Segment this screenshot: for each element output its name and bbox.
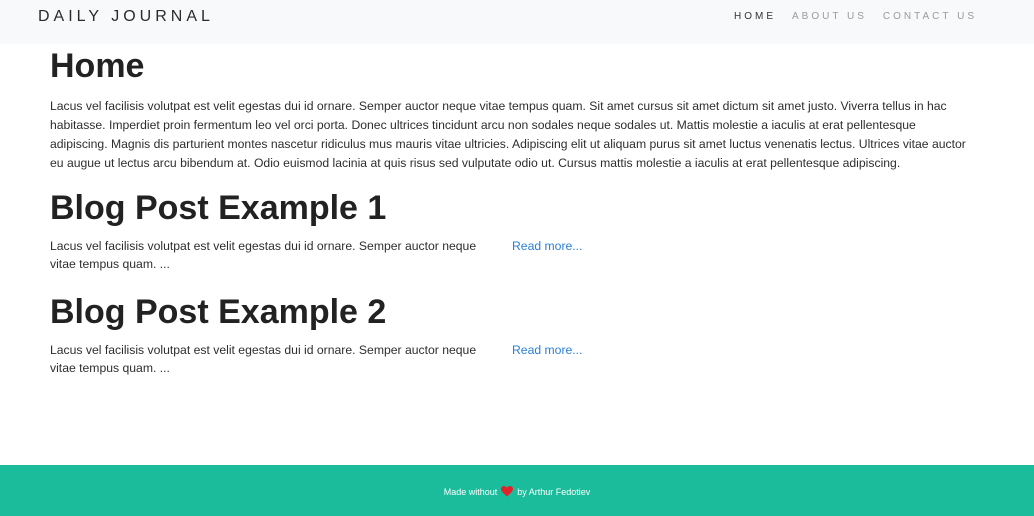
nav-contact-link[interactable]: CONTACT US [883, 11, 977, 22]
post-excerpt: Lacus vel facilisis volutpat est velit e… [50, 343, 477, 375]
footer-made-without: Made without [443, 486, 498, 497]
read-more-link[interactable]: Read more... [512, 341, 582, 359]
home-intro-text: Lacus vel facilisis volutpat est velit e… [50, 99, 966, 170]
footer: Made without by Arthur Fedotiev [0, 465, 1034, 516]
main-content: Home Lacus vel facilisis volutpat est ve… [50, 44, 972, 381]
post-title: Blog Post Example 1 [50, 189, 387, 227]
nav-links: HOME ABOUT US CONTACT US [734, 11, 977, 22]
post-title: Blog Post Example 2 [50, 293, 387, 331]
post-excerpt: Lacus vel facilisis volutpat est velit e… [50, 239, 477, 271]
nav-home-link[interactable]: HOME [734, 11, 776, 22]
post-body: Lacus vel facilisis volutpat est velit e… [50, 237, 972, 277]
blog-post: Blog Post Example 2 Lacus vel facilisis … [50, 295, 972, 381]
page-title: Home [50, 47, 145, 85]
footer-credit: Made without by Arthur Fedotiev [0, 486, 1034, 497]
blog-post: Blog Post Example 1 Lacus vel facilisis … [50, 191, 972, 277]
nav-about-link[interactable]: ABOUT US [792, 11, 867, 22]
brand-link[interactable]: DAILY JOURNAL [38, 8, 214, 26]
navbar: DAILY JOURNAL HOME ABOUT US CONTACT US [0, 0, 1034, 44]
post-body: Lacus vel facilisis volutpat est velit e… [50, 341, 972, 381]
read-more-link[interactable]: Read more... [512, 237, 582, 255]
heart-icon [501, 486, 514, 497]
footer-author: by Arthur Fedotiev [517, 486, 591, 497]
